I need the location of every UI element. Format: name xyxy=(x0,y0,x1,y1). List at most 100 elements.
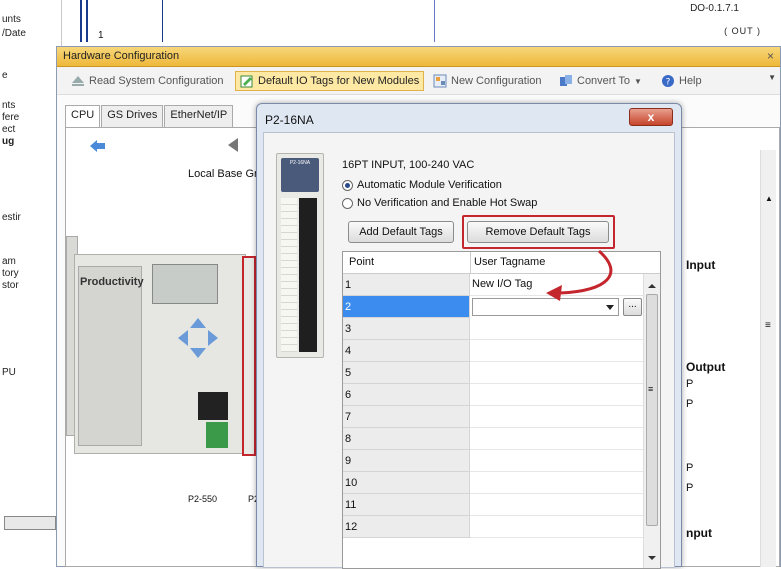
read-system-config-button[interactable]: Read System Configuration xyxy=(67,71,228,91)
table-row[interactable]: 12 xyxy=(343,516,644,538)
tab-cpu[interactable]: CPU xyxy=(65,105,101,128)
radio-auto-label: Automatic Module Verification xyxy=(357,179,502,191)
table-row[interactable]: 10 xyxy=(343,472,644,494)
table-row[interactable]: 11 xyxy=(343,494,644,516)
rung-line xyxy=(162,0,163,42)
dialog-body: P2-16NA 16PT INPUT, 100-240 VAC Automati… xyxy=(263,132,675,569)
svg-text:?: ? xyxy=(666,78,671,88)
new-configuration-button[interactable]: New Configuration xyxy=(429,71,546,91)
scroll-grip-icon: ≡ xyxy=(648,384,654,394)
table-row[interactable]: 4 xyxy=(343,340,644,362)
scroll-thumb[interactable] xyxy=(646,294,658,526)
convert-icon xyxy=(560,75,572,86)
background-top-bar: 1 DO-0.1.7.1 ( OUT ) xyxy=(62,0,781,42)
bg-button[interactable] xyxy=(4,516,56,530)
read-config-label: Read System Configuration xyxy=(89,75,224,87)
rung-line xyxy=(86,0,88,42)
module-image: P2-16NA xyxy=(276,153,324,358)
rung-line xyxy=(434,0,435,42)
tag-cell[interactable]: New I/O Tag xyxy=(470,274,644,296)
table-row[interactable]: 8 xyxy=(343,428,644,450)
bg-label: ug xyxy=(2,136,15,147)
scroll-up-icon[interactable]: ▲ xyxy=(765,194,773,203)
point-cell: 9 xyxy=(343,450,470,472)
table-scrollbar[interactable]: ≡ xyxy=(643,274,660,568)
tab-strip: CPU GS Drives EtherNet/IP xyxy=(65,105,234,128)
browse-button[interactable]: ... xyxy=(623,298,642,316)
eject-icon xyxy=(72,76,84,86)
tab-gs-drives[interactable]: GS Drives xyxy=(101,105,164,127)
window-title: Hardware Configuration xyxy=(63,50,180,62)
edit-tag-icon xyxy=(240,75,253,88)
module-description: 16PT INPUT, 100-240 VAC xyxy=(342,159,475,171)
tag-cell[interactable] xyxy=(470,362,644,384)
point-cell: 10 xyxy=(343,472,470,494)
tag-cell[interactable] xyxy=(470,384,644,406)
window-title-bar: Hardware Configuration × xyxy=(57,47,780,67)
tag-table: Point User Tagname 1 New I/O Tag 2 ... 3 … xyxy=(342,251,661,569)
cpu-slot-label: P2-550 xyxy=(188,494,218,504)
bg-label: estir xyxy=(2,212,21,223)
window-close-button[interactable]: × xyxy=(767,49,774,63)
input-heading-2: nput xyxy=(686,526,712,540)
tag-cell[interactable] xyxy=(470,472,644,494)
table-row[interactable]: 1 New I/O Tag xyxy=(343,274,644,296)
dropdown-arrow-icon: ▼ xyxy=(634,76,642,86)
combo-arrow-icon[interactable] xyxy=(606,305,614,310)
terminal-strip xyxy=(299,198,317,352)
right-scrollbar[interactable]: ▲ ≡ xyxy=(760,150,776,567)
point-cell: 6 xyxy=(343,384,470,406)
input-heading: Input xyxy=(686,258,716,272)
tag-cell[interactable] xyxy=(470,340,644,362)
toolbar-overflow-icon[interactable]: ▼ xyxy=(768,73,776,82)
bg-label: ect xyxy=(2,124,16,135)
point-cell: 7 xyxy=(343,406,470,428)
table-row[interactable]: 9 xyxy=(343,450,644,472)
point-cell: 5 xyxy=(343,362,470,384)
table-row[interactable]: 6 xyxy=(343,384,644,406)
tag-cell[interactable] xyxy=(470,516,644,538)
add-default-tags-button[interactable]: Add Default Tags xyxy=(348,221,454,243)
tab-ethernet-ip[interactable]: EtherNet/IP xyxy=(164,105,234,127)
default-io-tags-button[interactable]: Default IO Tags for New Modules xyxy=(235,71,425,91)
scroll-down-icon[interactable] xyxy=(648,556,656,560)
tag-cell[interactable] xyxy=(470,428,644,450)
help-button[interactable]: ? Help xyxy=(657,71,706,91)
default-io-tags-label: Default IO Tags for New Modules xyxy=(258,75,420,87)
table-row[interactable]: 5 xyxy=(343,362,644,384)
convert-to-button[interactable]: Convert To ▼ xyxy=(555,71,646,91)
module-dialog: P2-16NA x P2-16NA 16PT INPUT, 100-240 VA… xyxy=(256,103,682,569)
radio-auto-verify[interactable]: Automatic Module Verification xyxy=(342,179,502,191)
cpu-module-image[interactable]: Productivity xyxy=(66,236,256,456)
table-row[interactable]: 3 xyxy=(343,318,644,340)
table-row[interactable]: 7 xyxy=(343,406,644,428)
remove-default-tags-button[interactable]: Remove Default Tags xyxy=(467,221,609,243)
table-header: Point User Tagname xyxy=(343,252,660,274)
tag-cell[interactable] xyxy=(470,494,644,516)
table-row-selected[interactable]: 2 ... xyxy=(343,296,644,318)
tag-cell[interactable] xyxy=(470,450,644,472)
tag-cell[interactable] xyxy=(470,318,644,340)
col-point-header: Point xyxy=(349,256,375,268)
radio-none-label: No Verification and Enable Hot Swap xyxy=(357,197,538,209)
new-config-icon xyxy=(433,74,447,88)
point-cell: 1 xyxy=(343,274,470,296)
dialog-close-button[interactable]: x xyxy=(629,108,673,126)
rung-line xyxy=(80,0,82,42)
local-base-group-label: Local Base Gr xyxy=(188,168,258,180)
bg-label: unts xyxy=(2,14,21,25)
left-arrow-icon[interactable] xyxy=(90,140,106,152)
bg-label: am xyxy=(2,256,16,267)
bg-label: stor xyxy=(2,280,19,291)
point-cell: 11 xyxy=(343,494,470,516)
scroll-left-icon[interactable] xyxy=(228,138,238,152)
radio-no-verify[interactable]: No Verification and Enable Hot Swap xyxy=(342,197,537,209)
dpad-icon xyxy=(178,318,218,358)
output-heading: Output xyxy=(686,360,726,374)
background-left-panel: unts /Date e nts fere ect ug estir am to… xyxy=(0,0,62,567)
bg-label: PU xyxy=(2,367,16,378)
brand-label: Productivity xyxy=(80,276,144,288)
tag-cell[interactable] xyxy=(470,406,644,428)
scroll-up-icon[interactable] xyxy=(648,284,656,288)
tag-combo-input[interactable] xyxy=(472,298,619,316)
